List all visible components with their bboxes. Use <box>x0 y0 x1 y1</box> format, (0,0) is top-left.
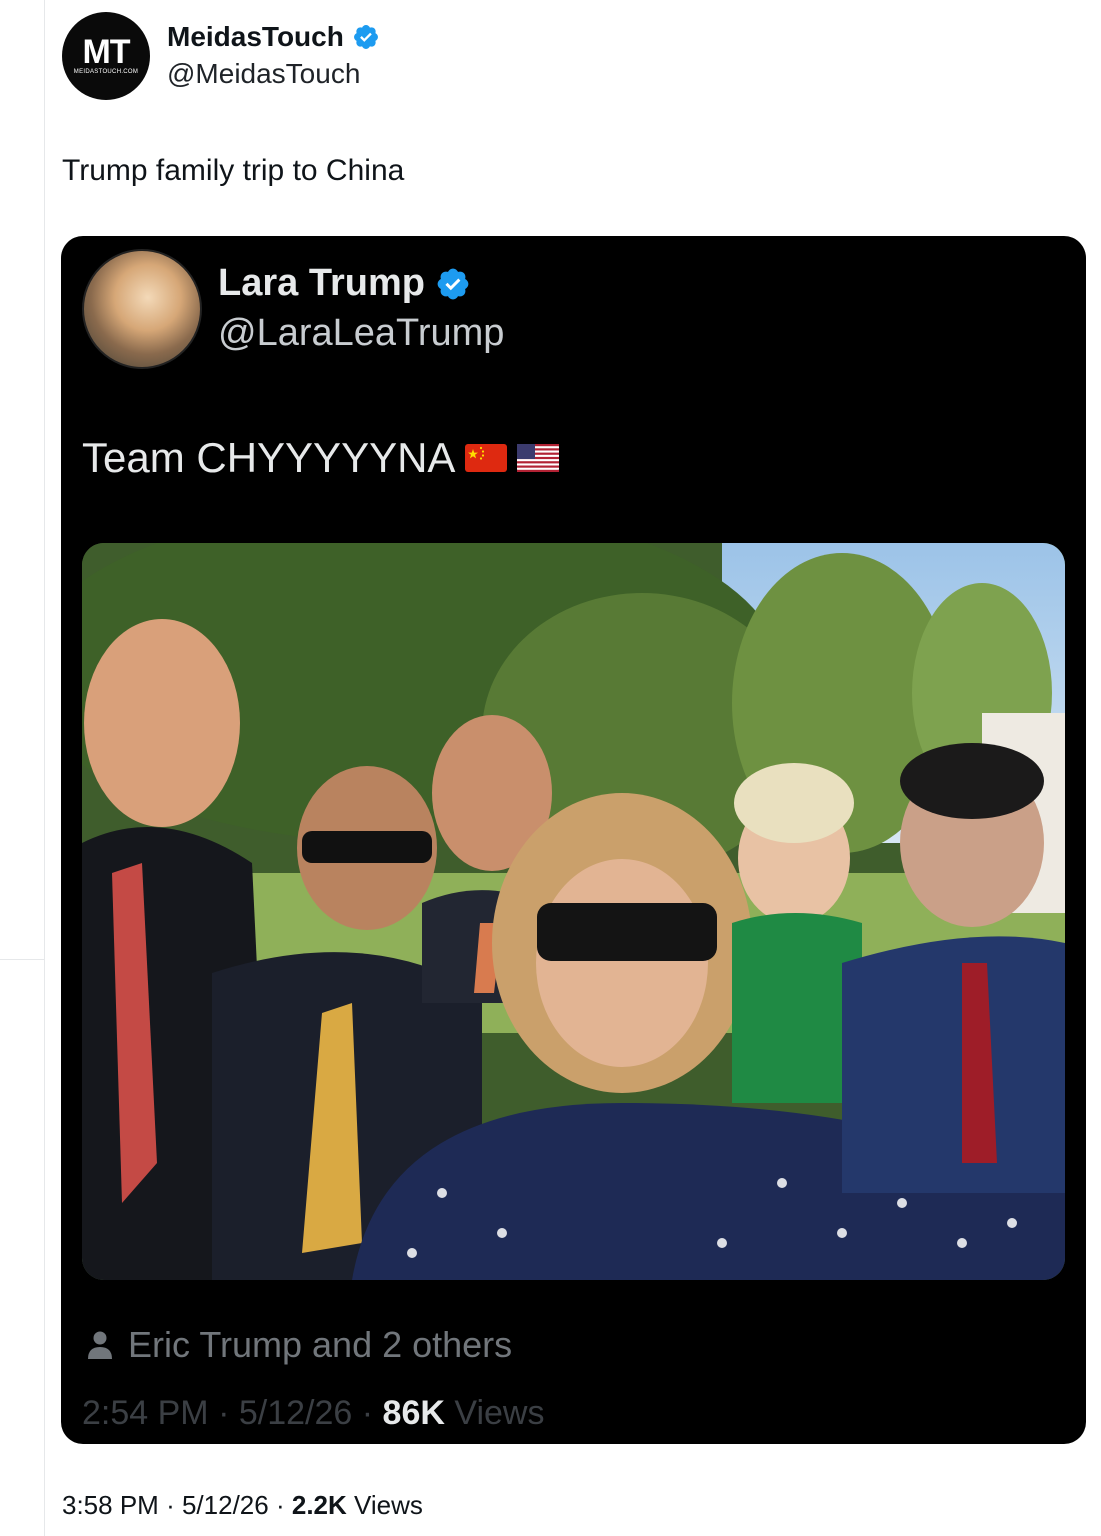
tweet-time[interactable]: 3:58 PM <box>62 1490 159 1520</box>
timeline-divider-tick <box>0 959 44 960</box>
tweet-views-label[interactable]: Views <box>354 1490 423 1520</box>
quoted-author-name[interactable]: Lara Trump <box>218 262 425 305</box>
quoted-tweet-card[interactable]: Lara Trump @LaraLeaTrump Team CHYYYYYNA <box>61 236 1086 1444</box>
verified-badge-icon <box>353 25 378 49</box>
author-handle[interactable]: @MeidasTouch <box>167 58 360 90</box>
quoted-tweet-text-content: Team CHYYYYYNA <box>82 434 456 481</box>
tweet-date[interactable]: 5/12/26 <box>182 1490 269 1520</box>
us-flag-icon <box>517 444 560 472</box>
quoted-author-avatar[interactable] <box>82 249 202 369</box>
tweet-meta: 3:58 PM · 5/12/26 · 2.2K Views <box>62 1490 423 1521</box>
quoted-tweet-text: Team CHYYYYYNA <box>82 434 560 482</box>
meta-separator: · <box>166 1490 175 1520</box>
tweet-views-count[interactable]: 2.2K <box>292 1490 347 1520</box>
quoted-tweet-views-count: 86K <box>382 1394 445 1432</box>
meta-separator: · <box>361 1394 374 1432</box>
meta-separator: · <box>275 1490 285 1520</box>
quoted-author-handle[interactable]: @LaraLeaTrump <box>218 312 504 355</box>
timeline-divider <box>44 0 45 1536</box>
quoted-tweet-date[interactable]: 5/12/26 <box>239 1394 352 1432</box>
avatar-logo-text: MT <box>82 33 130 71</box>
author-avatar[interactable]: MT MEIDASTOUCH.COM <box>62 12 150 100</box>
group-selfie-illustration <box>82 543 1065 1280</box>
verified-badge-icon <box>437 268 469 299</box>
tagged-people[interactable]: Eric Trump and 2 others <box>86 1324 512 1366</box>
china-flag-icon <box>465 444 508 472</box>
meta-separator: · <box>218 1394 230 1432</box>
quoted-tweet-meta: 2:54 PM · 5/12/26 · 86K Views <box>82 1394 544 1433</box>
tagged-people-text: Eric Trump and 2 others <box>128 1324 513 1365</box>
avatar-logo-subtext: MEIDASTOUCH.COM <box>73 69 139 75</box>
author-name-row[interactable]: MeidasTouch <box>167 21 380 53</box>
tweet-text: Trump family trip to China <box>62 154 405 187</box>
person-icon <box>88 1331 112 1359</box>
quoted-author-name-row[interactable]: Lara Trump <box>218 262 471 305</box>
quoted-tweet-views-label: Views <box>454 1394 545 1432</box>
quoted-tweet-time[interactable]: 2:54 PM <box>82 1394 209 1432</box>
quoted-tweet-photo[interactable] <box>82 543 1065 1280</box>
author-name[interactable]: MeidasTouch <box>167 21 344 53</box>
